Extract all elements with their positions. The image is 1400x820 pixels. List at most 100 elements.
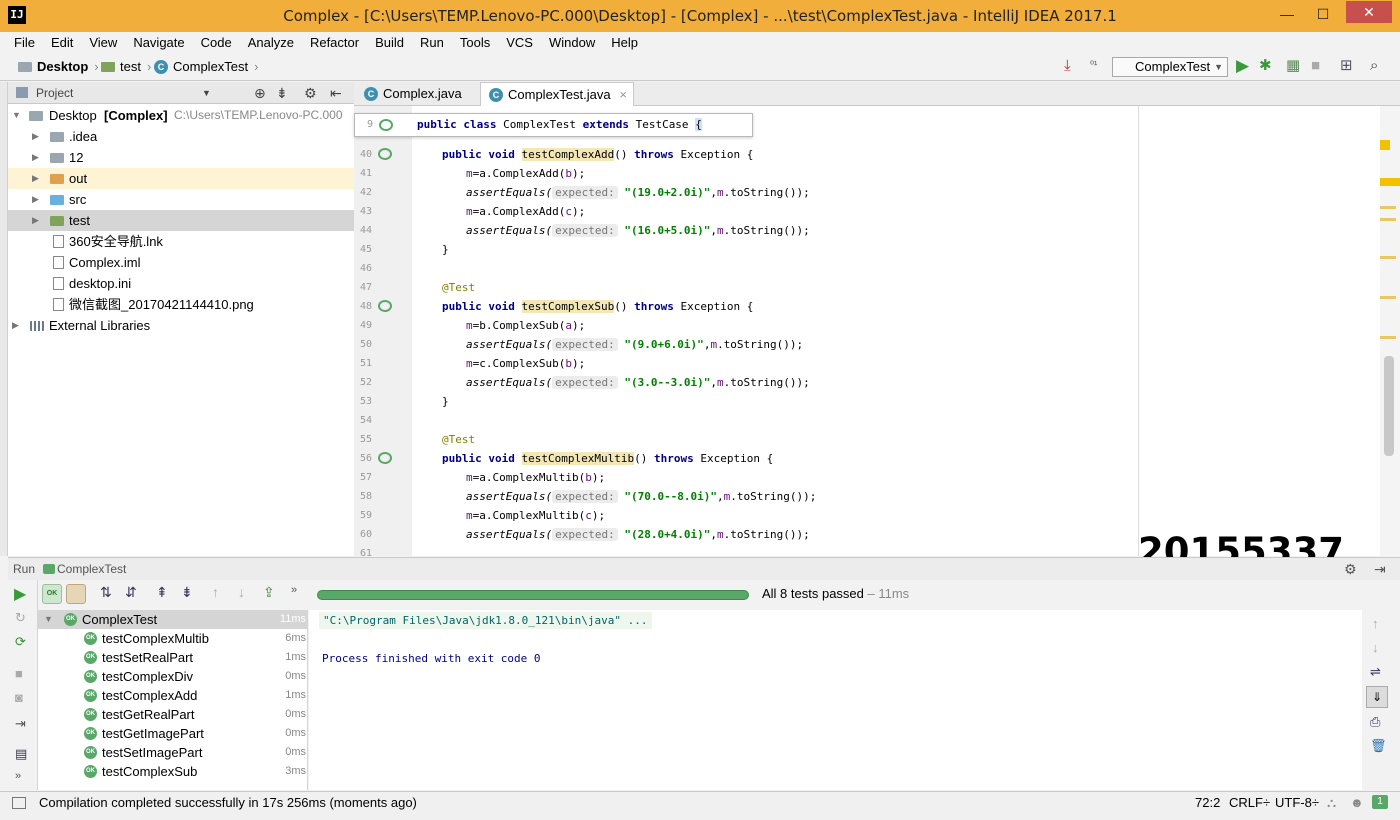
tab-complex-java[interactable]: C Complex.java [356,82,480,106]
menu-window[interactable]: Window [549,35,595,50]
binary-icon[interactable]: ⁰¹ [1090,58,1097,74]
print-icon[interactable]: ⎙ [1370,714,1380,730]
hide-panel-icon[interactable]: ⇤ [330,82,342,104]
collapse-all-icon[interactable]: ⇟ [181,584,193,601]
exit-icon[interactable]: ⇥ [15,716,26,732]
test-row[interactable]: OK testComplexDiv 0ms [38,667,308,686]
chevron-right-icon[interactable]: ▶ [32,168,39,189]
tree-item-12[interactable]: ▶ 12 [8,147,354,168]
test-row[interactable]: OK testComplexMultib 6ms [38,629,308,648]
rerun-icon[interactable]: ▶ [14,584,26,604]
test-row[interactable]: OK testComplexAdd 1ms [38,686,308,705]
console-command-line[interactable]: "C:\Program Files\Java\jdk1.8.0_121\bin\… [319,612,652,629]
layout-icon[interactable]: ▤ [15,746,27,762]
line-separator-select[interactable]: CRLF÷ [1229,792,1270,813]
gear-icon[interactable]: ⚙ [304,82,317,104]
minimize-button[interactable]: — [1272,0,1302,28]
tree-item-external-libraries[interactable]: ▶ External Libraries [8,315,354,336]
test-suite-row[interactable]: ▼ OK ComplexTest 11ms [38,610,308,629]
stop-icon[interactable]: ■ [1311,58,1320,74]
sort-alphabetically-icon[interactable]: ⇅ [100,584,112,601]
chevron-right-icon[interactable]: ▶ [32,147,39,168]
lock-icon[interactable]: ⛬ [1327,792,1336,813]
soft-wrap-icon[interactable]: ⇌ [1370,664,1381,680]
menu-vcs[interactable]: VCS [506,35,533,50]
clear-trash-icon[interactable]: 🗑 [1370,738,1387,754]
rerun-failed-icon[interactable]: ↻ [15,610,26,626]
run-gutter-icon[interactable] [378,300,392,312]
tree-item-src[interactable]: ▶ src [8,189,354,210]
error-stripe-marker[interactable] [1380,218,1396,221]
editor-scrollbar-thumb[interactable] [1384,356,1394,456]
more-actions-icon[interactable]: » [291,584,297,596]
scroll-from-source-icon[interactable]: ⊕ [254,82,266,104]
test-row[interactable]: OK testSetRealPart 1ms [38,648,308,667]
run-icon[interactable]: ▶ [1236,57,1249,74]
maximize-button[interactable]: ☐ [1308,0,1338,28]
event-log-badge[interactable]: 1 [1372,795,1388,809]
error-stripe-marker[interactable] [1380,140,1390,150]
previous-failed-icon[interactable]: ↑ [212,584,219,600]
menu-view[interactable]: View [89,35,117,50]
up-arrow-icon[interactable]: ↑ [1372,616,1379,631]
show-passed-toggle[interactable]: OK [42,584,62,604]
search-icon[interactable]: ⌕ [1370,58,1378,74]
gear-icon[interactable]: ⚙ [1344,558,1357,580]
sort-by-duration-icon[interactable]: ⇵ [125,584,137,601]
menu-code[interactable]: Code [201,35,232,50]
run-gutter-icon[interactable] [378,148,392,160]
menu-file[interactable]: File [14,35,35,50]
tab-complextest-java[interactable]: C ComplexTest.java × [480,82,634,106]
encoding-select[interactable]: UTF-8÷ [1275,792,1319,813]
chevron-right-icon[interactable]: ▶ [32,126,39,147]
breadcrumb-test[interactable]: test › [101,59,151,74]
test-row[interactable]: OK testSetImagePart 0ms [38,743,308,762]
chevron-down-icon[interactable]: ▼ [44,610,53,629]
sticky-class-header[interactable]: 9 public class ComplexTest extends TestC… [354,113,753,137]
menu-help[interactable]: Help [611,35,638,50]
show-ignored-toggle[interactable] [66,584,86,604]
expand-all-icon[interactable]: ⇞ [156,584,168,601]
stop-icon[interactable]: ■ [15,666,23,681]
menu-tools[interactable]: Tools [460,35,490,50]
error-stripe-marker[interactable] [1380,178,1400,186]
menu-refactor[interactable]: Refactor [310,35,359,50]
camera-icon[interactable]: ◙ [15,690,23,705]
chevron-right-icon[interactable]: ▶ [32,210,39,231]
collapse-all-icon[interactable]: ⇟ [276,82,288,104]
scroll-to-end-icon[interactable]: ⇓ [1366,686,1388,708]
cursor-position[interactable]: 72:2 [1195,792,1220,813]
export-results-icon[interactable]: ⇪ [263,584,275,601]
tree-item-png[interactable]: 微信截图_20170421144410.png [8,294,354,315]
run-configuration-select[interactable]: ComplexTest ▼ [1112,57,1228,77]
test-row[interactable]: OK testGetImagePart 0ms [38,724,308,743]
more-actions-icon[interactable]: » [15,770,21,782]
error-stripe-marker[interactable] [1380,206,1396,209]
console-output[interactable]: "C:\Program Files\Java\jdk1.8.0_121\bin\… [309,610,1362,790]
error-stripe-marker[interactable] [1380,296,1396,299]
tree-item-out[interactable]: ▶ out [8,168,354,189]
close-window-button[interactable]: ✕ [1346,1,1392,23]
close-tab-icon[interactable]: × [619,83,627,107]
chevron-down-icon[interactable]: ▼ [202,82,211,104]
project-structure-icon[interactable]: ⊞ [1340,58,1353,74]
tree-item-desktop[interactable]: ▼ Desktop [Complex] C:\Users\TEMP.Lenovo… [8,105,354,126]
menu-run[interactable]: Run [420,35,444,50]
chevron-right-icon[interactable]: ▶ [32,189,39,210]
tree-item-complex-iml[interactable]: Complex.iml [8,252,354,273]
menu-navigate[interactable]: Navigate [133,35,184,50]
run-gutter-icon[interactable] [378,452,392,464]
hide-panel-icon[interactable]: ⇥ [1374,558,1386,580]
menu-build[interactable]: Build [375,35,404,50]
chevron-down-icon[interactable]: ▼ [12,105,21,126]
toggle-auto-test-icon[interactable]: ⟳ [15,634,26,650]
inspector-icon[interactable]: ☻ [1350,792,1364,813]
download-arrow-icon[interactable]: ⤓ [1064,58,1071,74]
menu-edit[interactable]: Edit [51,35,73,50]
breadcrumb-desktop[interactable]: Desktop › [18,59,99,74]
breadcrumb-complextest[interactable]: C ComplexTest › [154,59,258,74]
tool-window-toggle-icon[interactable] [12,797,26,809]
coverage-icon[interactable]: ▦ [1286,58,1300,74]
down-arrow-icon[interactable]: ↓ [1372,640,1379,655]
next-failed-icon[interactable]: ↓ [238,584,245,600]
